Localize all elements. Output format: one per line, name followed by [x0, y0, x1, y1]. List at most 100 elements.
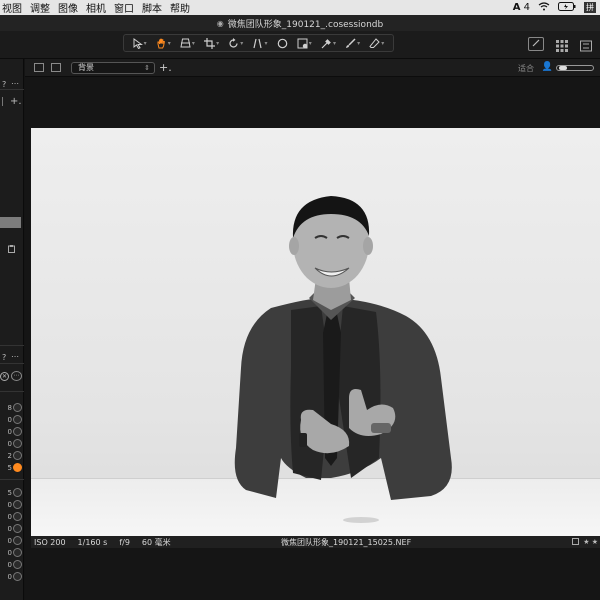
- brush-tool[interactable]: ▾: [345, 37, 360, 49]
- straighten-tool[interactable]: ▾: [252, 38, 267, 49]
- cursor-tools-group: ▾ ▾ ▾ ▾ ▾ ▾ ▾ ▾ ▾ ▾: [123, 34, 394, 52]
- circle-mask-tool[interactable]: [277, 38, 288, 49]
- selected-panel-row[interactable]: [0, 217, 21, 228]
- panel-divider: [0, 391, 24, 392]
- menu-window[interactable]: 窗口: [112, 0, 140, 15]
- grid-view-button[interactable]: [556, 37, 568, 52]
- adjust-slider-10[interactable]: 0: [0, 524, 22, 533]
- star-rating[interactable]: ★ ★: [583, 538, 598, 546]
- image-info-bar: ISO 200 1/160 s f/9 60 毫米 微焦团队形象_190121_…: [31, 536, 600, 548]
- window-title: 微焦团队形象_190121_.cosessiondb: [227, 19, 384, 30]
- reset-icon[interactable]: ✕: [0, 372, 9, 381]
- select-cursor-tool[interactable]: ▾: [133, 37, 147, 49]
- adjust-slider-13[interactable]: 0: [0, 560, 22, 569]
- more-options-button[interactable]: ⋯: [11, 371, 22, 381]
- photo-subject: [234, 196, 452, 523]
- adjust-slider-2[interactable]: 0: [0, 415, 22, 424]
- input-method-icon[interactable]: 拼: [584, 2, 596, 13]
- adobe-count: 4: [523, 2, 530, 13]
- picker-icon: [321, 38, 331, 48]
- help-icon[interactable]: ?: [2, 80, 6, 89]
- help-icon[interactable]: ?: [2, 353, 6, 362]
- eraser-tool[interactable]: ▾: [369, 37, 384, 49]
- panel-divider: [0, 479, 24, 480]
- person-icon[interactable]: 👤: [542, 62, 553, 72]
- info-bar-right: ★ ★: [572, 538, 598, 546]
- add-layer-button[interactable]: +.: [159, 61, 172, 74]
- adjust-slider-4[interactable]: 0: [0, 439, 22, 448]
- adjust-slider-12[interactable]: 0: [0, 548, 22, 557]
- picker-tool[interactable]: ▾: [321, 38, 336, 49]
- left-tool-panel: ? ⋯ +. ? ⋯ ✕ ⋯ 8 0 0 0 2 5 5 0 0 0 0 0 0…: [0, 59, 24, 600]
- multi-view-icon[interactable]: [34, 63, 44, 72]
- iso-value: ISO 200: [34, 537, 66, 547]
- adjust-slider-5[interactable]: 2: [0, 451, 22, 460]
- menu-camera[interactable]: 相机: [84, 0, 112, 15]
- adjust-slider-9[interactable]: 0: [0, 512, 22, 521]
- mask-tool[interactable]: ▾: [297, 38, 312, 49]
- more-options-icon[interactable]: ⋯: [11, 79, 19, 88]
- pencil-edit-icon: [532, 39, 540, 47]
- crop-icon: [204, 37, 216, 49]
- panel-edge: [2, 97, 3, 106]
- menu-script[interactable]: 脚本: [140, 0, 168, 15]
- keystone-icon: [180, 38, 191, 48]
- adjust-slider-3[interactable]: 0: [0, 427, 22, 436]
- menu-help[interactable]: 帮助: [168, 0, 196, 15]
- menu-adjust[interactable]: 调整: [28, 0, 56, 15]
- adjust-slider-14[interactable]: 0: [0, 572, 22, 581]
- adjust-slider-1[interactable]: 8: [0, 403, 22, 412]
- chevron-updown-icon: ⇕: [144, 64, 150, 72]
- crop-tool[interactable]: ▾: [204, 37, 219, 49]
- adobe-status[interactable]: A 4: [513, 2, 530, 13]
- focal-length-value: 60 毫米: [141, 537, 171, 547]
- eraser-icon: [369, 37, 380, 48]
- menu-image[interactable]: 图像: [56, 0, 84, 15]
- shutter-value: 1/160 s: [77, 537, 108, 547]
- viewer-toolbar: 背景 ⇕ +. 适合 👤: [25, 59, 600, 77]
- file-name: 微焦团队形象_190121_15025.NEF: [281, 537, 412, 547]
- aperture-value: f/9: [119, 537, 130, 547]
- adobe-icon: A: [512, 2, 521, 13]
- brush-icon: [346, 37, 356, 48]
- adjust-slider-6[interactable]: 5: [0, 463, 22, 472]
- adjust-slider-8[interactable]: 0: [0, 500, 22, 509]
- layer-select[interactable]: 背景 ⇕: [71, 62, 155, 74]
- grid-icon: [556, 40, 568, 52]
- hand-pan-icon: [157, 38, 165, 48]
- layer-select-value: 背景: [78, 63, 94, 72]
- wifi-icon[interactable]: [538, 1, 550, 14]
- edit-mode-button[interactable]: [528, 37, 544, 51]
- status-area: A 4 拼: [513, 1, 600, 14]
- straighten-icon: [253, 38, 263, 48]
- fit-label[interactable]: 适合: [518, 63, 534, 74]
- toolbar-right-group: [528, 37, 592, 52]
- window-title-bar: ◉ 微焦团队形象_190121_.cosessiondb: [0, 15, 600, 31]
- panel-divider: [0, 345, 24, 346]
- adjust-slider-7[interactable]: 5: [0, 488, 22, 497]
- more-options-icon[interactable]: ⋯: [11, 352, 19, 361]
- adjustments-icon: [580, 40, 592, 52]
- menu-bar: 视图 调整 图像 相机 窗口 脚本 帮助 A 4 拼: [0, 0, 600, 15]
- add-button[interactable]: +.: [10, 96, 22, 107]
- rotate-icon: [229, 37, 238, 48]
- circle-mask-icon: [277, 38, 287, 48]
- panel-divider: [0, 89, 24, 90]
- battery-icon[interactable]: [558, 1, 576, 14]
- image-viewer[interactable]: ISO 200 1/160 s f/9 60 毫米 微焦团队形象_190121_…: [25, 77, 600, 600]
- rotate-tool[interactable]: ▾: [228, 37, 243, 49]
- clipboard-icon[interactable]: [7, 244, 16, 255]
- zoom-slider[interactable]: [556, 65, 594, 71]
- main-toolbar: ▾ ▾ ▾ ▾ ▾ ▾ ▾ ▾ ▾ ▾: [0, 31, 600, 59]
- mask-icon: [297, 38, 308, 48]
- select-checkbox[interactable]: [572, 538, 580, 545]
- menu-view[interactable]: 视图: [0, 0, 28, 15]
- single-view-icon[interactable]: [51, 63, 61, 72]
- panel-divider: [0, 363, 24, 364]
- keystone-tool[interactable]: ▾: [180, 38, 195, 48]
- photo-preview[interactable]: [31, 128, 600, 536]
- select-cursor-icon: [133, 37, 143, 49]
- adjust-slider-11[interactable]: 0: [0, 536, 22, 545]
- more-tools-button[interactable]: [580, 37, 592, 52]
- hand-pan-tool[interactable]: ▾: [156, 38, 171, 49]
